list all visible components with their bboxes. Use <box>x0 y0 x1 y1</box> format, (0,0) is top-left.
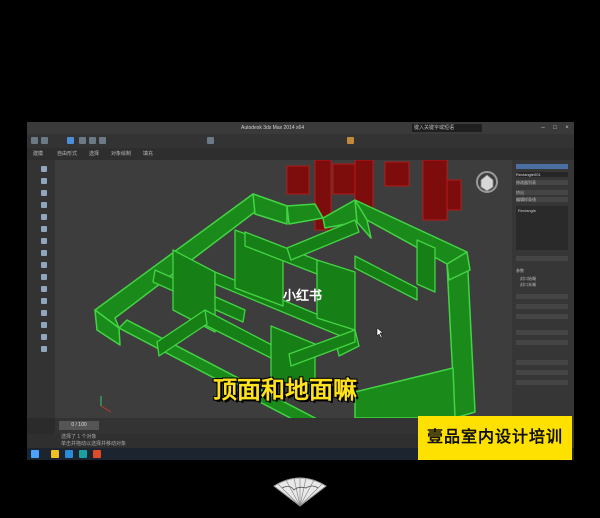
tab-object-paint[interactable]: 对象绘制 <box>111 148 131 160</box>
modifier-extrude[interactable]: 挤出 <box>516 190 568 195</box>
tool-icon[interactable] <box>41 166 47 172</box>
panel-tabs[interactable] <box>516 164 568 169</box>
tool-icon[interactable] <box>41 238 47 244</box>
param-field[interactable] <box>516 304 568 309</box>
close-button[interactable]: × <box>561 123 573 133</box>
tab-modeling[interactable]: 建模 <box>33 148 43 160</box>
tool-icon[interactable] <box>41 310 47 316</box>
app-icon[interactable] <box>93 450 101 458</box>
redo-icon[interactable] <box>41 137 48 144</box>
explorer-icon[interactable] <box>51 450 59 458</box>
move-icon[interactable] <box>79 137 86 144</box>
param-field[interactable] <box>516 294 568 299</box>
windows-start-icon[interactable] <box>31 450 39 458</box>
ribbon-tabs: 建模 自由形式 选择 对象绘制 填充 <box>27 148 574 160</box>
window-title: Autodesk 3ds Max 2014 x64 <box>241 125 305 131</box>
tool-icon[interactable] <box>41 286 47 292</box>
tool-icon[interactable] <box>41 334 47 340</box>
axis-gizmo-icon <box>100 396 112 413</box>
undo-icon[interactable] <box>31 137 38 144</box>
param-field[interactable] <box>516 340 568 345</box>
status-hint: 单击并拖动以选择并移动对象 <box>61 441 127 447</box>
rotate-icon[interactable] <box>89 137 96 144</box>
param-field[interactable] <box>516 370 568 375</box>
checkbox-cap-start[interactable]: 封口始端 <box>520 276 536 281</box>
tool-icon[interactable] <box>41 322 47 328</box>
stack-tools[interactable] <box>516 256 568 261</box>
tool-icon[interactable] <box>41 226 47 232</box>
minimize-button[interactable]: – <box>537 123 549 133</box>
title-bar: Autodesk 3ds Max 2014 x64 键入关键字或短语 – □ × <box>27 122 574 134</box>
viewcube-icon <box>476 171 498 193</box>
modifier-stack[interactable]: Rectangle <box>516 206 568 250</box>
stack-item-rectangle[interactable]: Rectangle <box>518 208 536 213</box>
left-toolbar <box>27 160 55 418</box>
tool-icon[interactable] <box>41 178 47 184</box>
tool-icon[interactable] <box>41 202 47 208</box>
tool-icon[interactable] <box>41 250 47 256</box>
tab-populate[interactable]: 填充 <box>143 148 153 160</box>
section-parameters[interactable]: 参数 <box>516 268 524 273</box>
param-field[interactable] <box>516 380 568 385</box>
tool-icon[interactable] <box>41 346 47 352</box>
tool-icon[interactable] <box>41 190 47 196</box>
select-icon[interactable] <box>67 137 74 144</box>
3dsmax-icon[interactable] <box>79 450 87 458</box>
main-toolbar <box>27 134 574 149</box>
snap-icon[interactable] <box>207 137 214 144</box>
status-text: 选择了 1 个对象 <box>61 434 97 440</box>
maximize-button[interactable]: □ <box>549 123 561 133</box>
watermark-text: 小红书 <box>283 288 323 303</box>
modifier-list[interactable]: 修改器列表 <box>516 180 568 185</box>
render-icon[interactable] <box>347 137 354 144</box>
frame-slider[interactable]: 0 / 100 <box>59 421 99 430</box>
tool-icon[interactable] <box>41 298 47 304</box>
tool-icon[interactable] <box>41 274 47 280</box>
object-name-field[interactable]: Rectangle001 <box>516 172 568 177</box>
checkbox-cap-end[interactable]: 封口末端 <box>520 282 536 287</box>
param-field[interactable] <box>516 360 568 365</box>
param-field[interactable] <box>516 330 568 335</box>
command-panel: Rectangle001 修改器列表 挤出 编辑样条线 Rectangle 参数… <box>512 160 574 460</box>
scale-icon[interactable] <box>99 137 106 144</box>
modifier-edit-spline[interactable]: 编辑样条线 <box>516 197 568 202</box>
subtitle-caption: 顶面和地面嘛 <box>213 377 357 404</box>
tool-icon[interactable] <box>41 262 47 268</box>
brand-banner: 壹品室内设计培训 <box>418 416 572 460</box>
search-input[interactable]: 键入关键字或短语 <box>412 124 482 132</box>
browser-icon[interactable] <box>65 450 73 458</box>
tab-selection[interactable]: 选择 <box>89 148 99 160</box>
tool-icon[interactable] <box>41 214 47 220</box>
cursor-icon <box>376 327 384 339</box>
tab-freeform[interactable]: 自由形式 <box>57 148 77 160</box>
param-field[interactable] <box>516 314 568 319</box>
fan-logo-icon <box>273 477 327 507</box>
